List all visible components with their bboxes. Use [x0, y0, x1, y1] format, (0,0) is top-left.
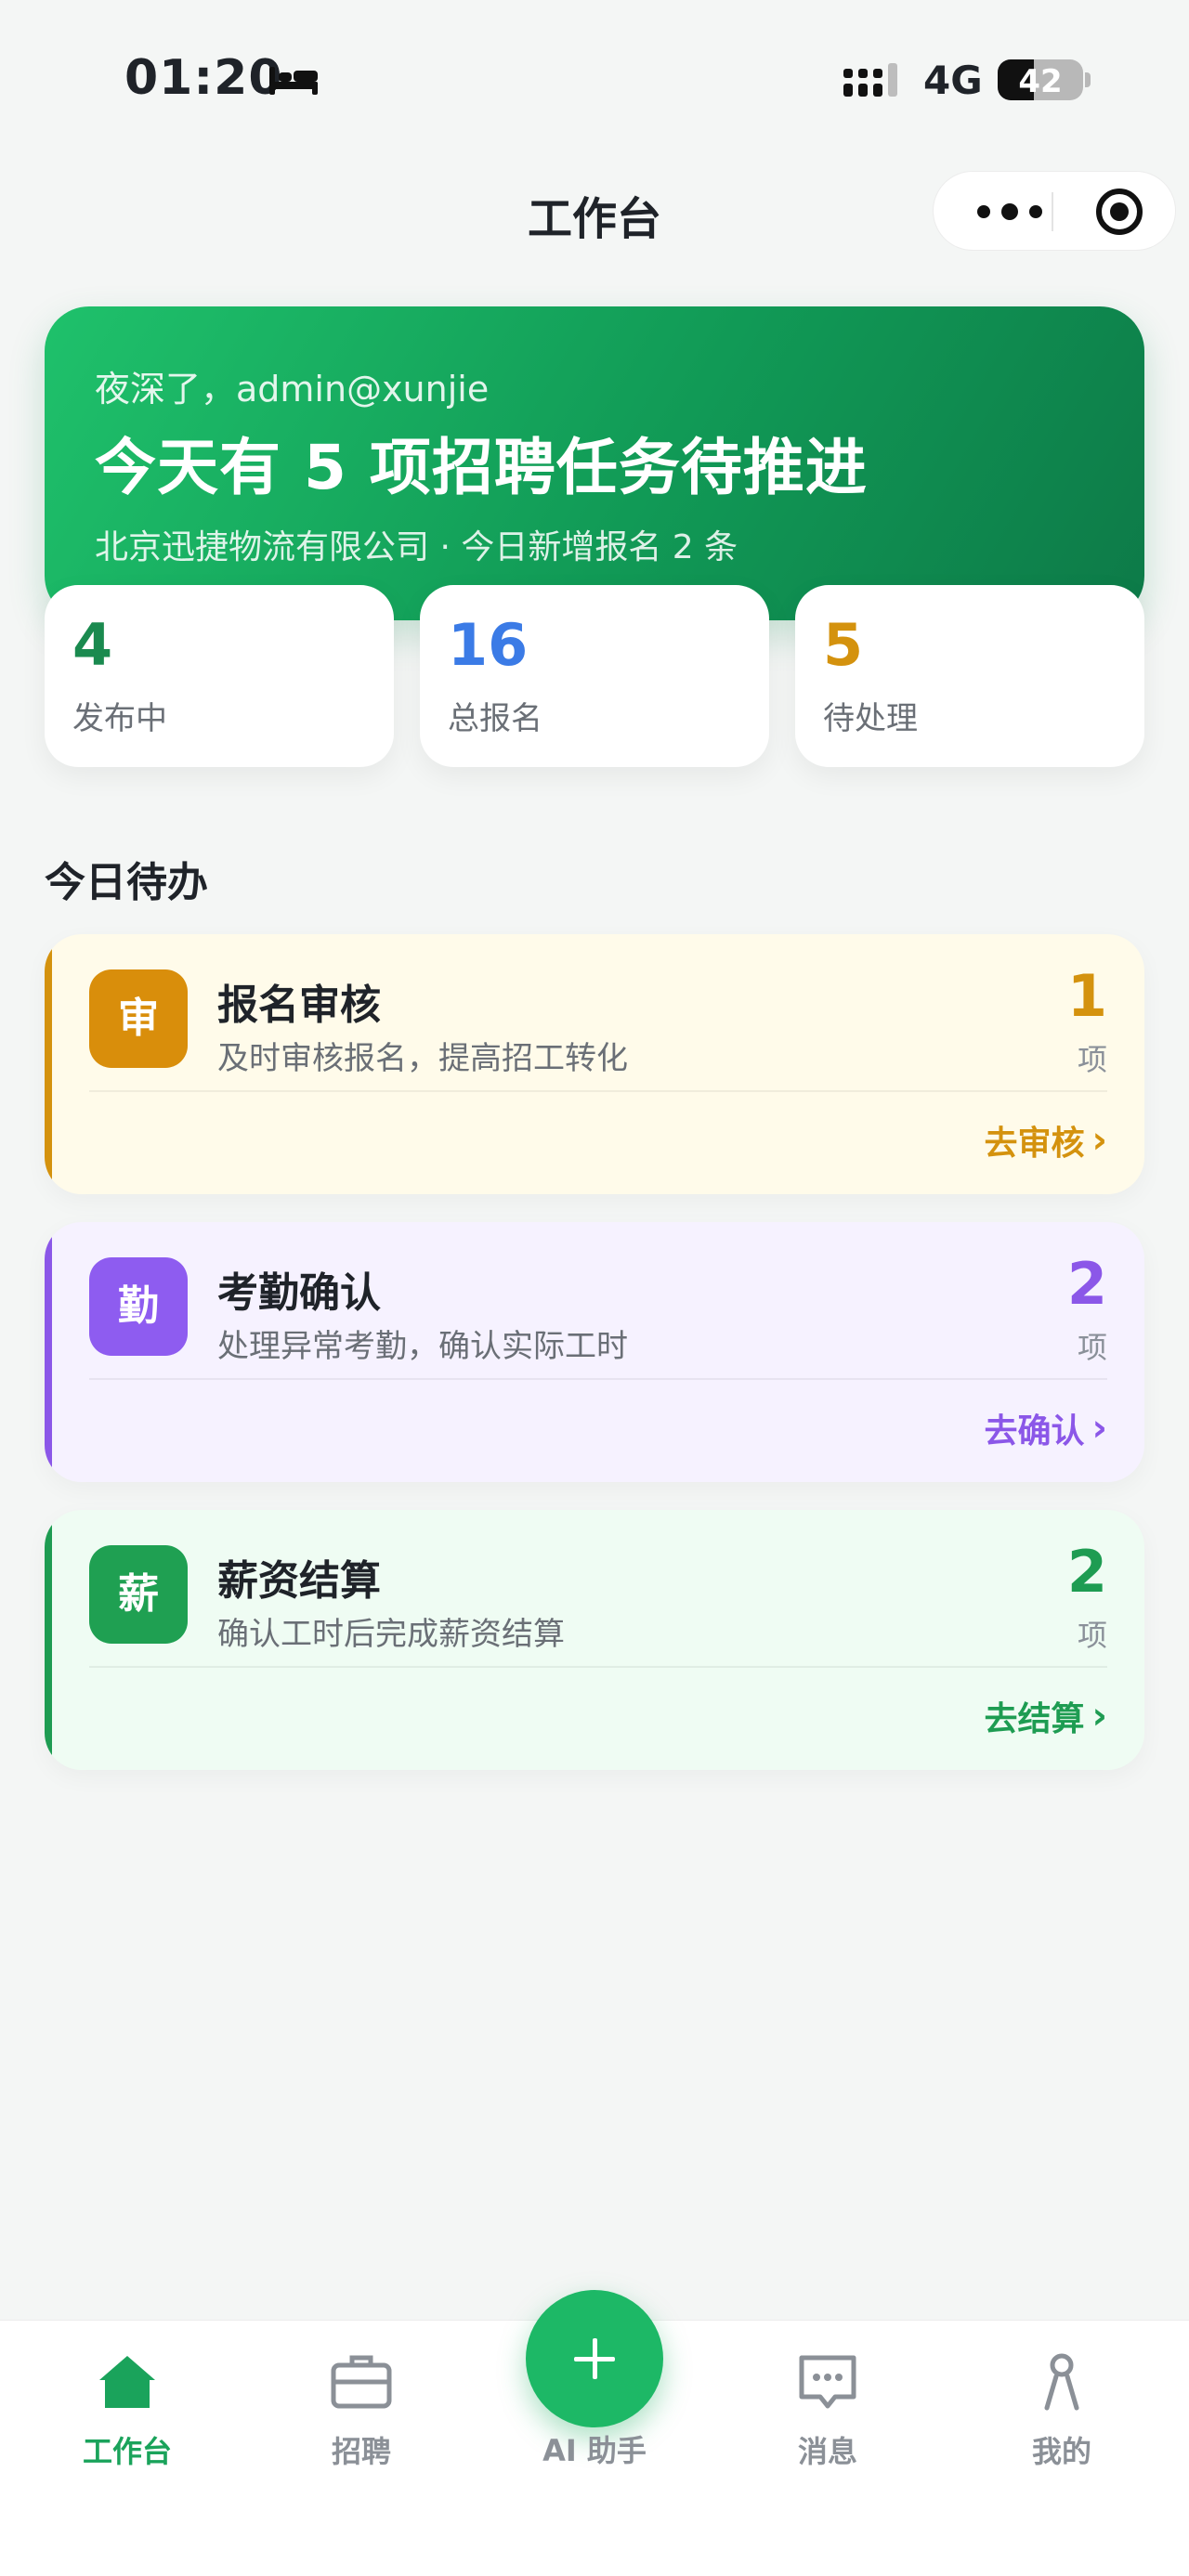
- ai-assistant-label: AI 助手: [542, 2433, 647, 2468]
- tab-label: 招聘: [331, 2434, 391, 2469]
- task-title: 考勤确认: [217, 1269, 381, 1317]
- stat-value: 16: [448, 611, 529, 679]
- stat-card-published[interactable]: 4 发布中: [45, 585, 394, 767]
- battery-level: 42: [1018, 63, 1063, 100]
- network-type: 4G: [923, 58, 983, 103]
- settle-action-link[interactable]: 去结算 ›: [985, 1692, 1108, 1740]
- chevron-right-icon: ›: [1091, 1407, 1107, 1450]
- action-label: 去确认: [984, 1412, 1085, 1451]
- review-action-link[interactable]: 去审核 ›: [985, 1116, 1108, 1164]
- battery-cap: [1085, 72, 1091, 87]
- record-target-icon[interactable]: [1086, 172, 1153, 252]
- action-label: 去审核: [984, 1125, 1085, 1163]
- stat-card-total-applications[interactable]: 16 总报名: [420, 585, 769, 767]
- confirm-action-link[interactable]: 去确认 ›: [985, 1404, 1108, 1452]
- greeting-banner: 夜深了，admin@xunjie 今天有 5 项招聘任务待推进 北京迅捷物流有限…: [45, 306, 1144, 620]
- stat-label: 发布中: [72, 700, 167, 737]
- company-summary: 北京迅捷物流有限公司 · 今日新增报名 2 条: [95, 528, 738, 566]
- task-description: 确认工时后完成薪资结算: [217, 1616, 565, 1653]
- task-card-salary-settlement[interactable]: 薪 薪资结算 确认工时后完成薪资结算 2 项 去结算 ›: [45, 1510, 1144, 1770]
- battery-icon: 42: [998, 59, 1083, 100]
- task-count-unit: 项: [1077, 1330, 1107, 1365]
- briefcase-icon: [331, 2355, 392, 2409]
- task-badge: 薪: [89, 1545, 188, 1644]
- workbench-page: 01:20 4G 42 工作台 夜深了，admin@xunjie 今天有 5 项…: [0, 0, 1189, 2576]
- task-title: 薪资结算: [217, 1557, 381, 1605]
- chevron-right-icon: ›: [1091, 1695, 1107, 1737]
- status-time: 01:20: [124, 50, 283, 106]
- cellular-signal-icon: [843, 63, 897, 97]
- card-accent-edge: [45, 934, 52, 1194]
- greeting-text: 夜深了，admin@xunjie: [95, 369, 490, 410]
- task-badge: 勤: [89, 1257, 188, 1356]
- card-divider: [89, 1666, 1107, 1668]
- stat-value: 4: [72, 611, 113, 679]
- task-count: 2: [1066, 1250, 1107, 1318]
- task-title: 报名审核: [217, 982, 381, 1029]
- task-badge: 审: [89, 969, 188, 1068]
- ai-assistant-button[interactable]: [526, 2290, 663, 2427]
- card-divider: [89, 1378, 1107, 1380]
- task-description: 处理异常考勤，确认实际工时: [217, 1328, 628, 1365]
- chat-bubble-icon: [799, 2355, 856, 2409]
- task-description: 及时审核报名，提高招工转化: [217, 1040, 628, 1077]
- card-accent-edge: [45, 1510, 52, 1770]
- tab-label: 工作台: [82, 2434, 172, 2469]
- section-title-today-todo: 今日待办: [45, 859, 208, 906]
- stat-value: 5: [823, 611, 864, 679]
- banner-headline: 今天有 5 项招聘任务待推进: [95, 432, 868, 503]
- task-card-attendance-confirm[interactable]: 勤 考勤确认 处理异常考勤，确认实际工时 2 项 去确认 ›: [45, 1222, 1144, 1482]
- tab-messages[interactable]: 消息: [753, 2348, 902, 2471]
- chevron-right-icon: ›: [1091, 1119, 1107, 1162]
- capsule-divider: [1052, 192, 1053, 231]
- tab-label: 我的: [1031, 2434, 1091, 2469]
- stat-card-pending[interactable]: 5 待处理: [795, 585, 1144, 767]
- card-divider: [89, 1090, 1107, 1092]
- task-count: 2: [1066, 1538, 1107, 1606]
- tab-recruitment[interactable]: 招聘: [287, 2348, 436, 2471]
- stat-label: 待处理: [823, 700, 918, 737]
- stat-label: 总报名: [448, 700, 542, 737]
- action-label: 去结算: [984, 1700, 1085, 1738]
- bed-icon: [269, 67, 318, 95]
- person-icon: [1044, 2353, 1079, 2411]
- task-card-application-review[interactable]: 审 报名审核 及时审核报名，提高招工转化 1 项 去审核 ›: [45, 934, 1144, 1194]
- task-count: 1: [1066, 962, 1107, 1030]
- tab-label: 消息: [797, 2434, 857, 2469]
- more-dots-icon[interactable]: [965, 172, 1054, 252]
- mini-program-capsule: [933, 171, 1176, 251]
- task-count-unit: 项: [1077, 1618, 1107, 1653]
- task-count-unit: 项: [1077, 1042, 1107, 1077]
- tab-profile[interactable]: 我的: [987, 2348, 1136, 2471]
- card-accent-edge: [45, 1222, 52, 1482]
- status-bar: 01:20 4G 42: [0, 0, 1189, 149]
- tab-workbench[interactable]: 工作台: [53, 2348, 202, 2471]
- home-icon: [99, 2356, 155, 2408]
